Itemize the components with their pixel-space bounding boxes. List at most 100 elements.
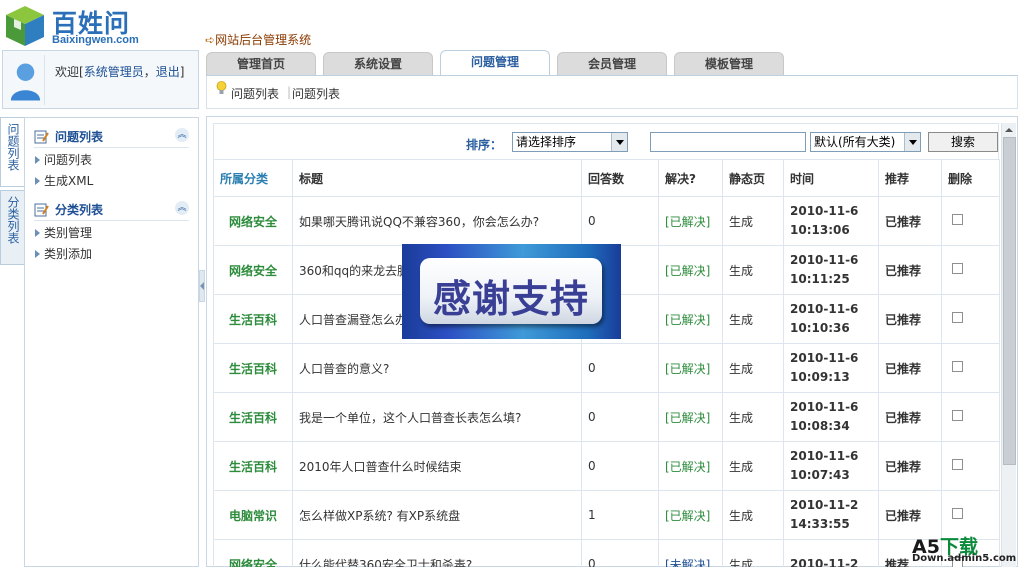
chevron-down-icon: [904, 133, 920, 151]
row-answers: 0: [581, 196, 659, 246]
logo-subtitle: Baixingwen.com: [52, 34, 139, 46]
collapse-icon[interactable]: ︽: [175, 201, 189, 215]
row-delete: [941, 343, 1000, 393]
row-status: [已解决]: [658, 392, 723, 442]
row-static-page[interactable]: 生成: [722, 441, 784, 491]
row-title[interactable]: 如果哪天腾讯说QQ不兼容360，你会怎么办?: [292, 196, 582, 246]
sidebar-section-categories[interactable]: 分类列表 ︽: [34, 200, 189, 218]
triangle-right-icon: [35, 229, 40, 237]
logout-link[interactable]: 退出: [156, 65, 180, 79]
tab-template-manage[interactable]: 模板管理: [674, 52, 784, 76]
row-time: 2010-11-6 10:09:13: [783, 343, 879, 393]
row-title[interactable]: 什么能代替360安全卫士和杀毒?: [292, 539, 582, 567]
category-select[interactable]: 默认(所有大类): [810, 132, 921, 152]
sidebar-item-generate-xml[interactable]: 生成XML: [35, 172, 93, 189]
delete-checkbox[interactable]: [952, 361, 963, 372]
row-time: 2010-11-6 10:11:25: [783, 245, 879, 295]
row-time: 2010-11-2: [783, 539, 879, 567]
delete-checkbox[interactable]: [952, 312, 963, 323]
table-row: 生活百科 2010年人口普查什么时候结束 0 [已解决] 生成 2010-11-…: [213, 441, 1000, 491]
admin-user-link[interactable]: 系统管理员: [84, 65, 144, 79]
row-category[interactable]: 生活百科: [213, 294, 293, 344]
row-recommend[interactable]: 已推荐: [878, 441, 942, 491]
row-category[interactable]: 网络安全: [213, 196, 293, 246]
row-status: [未解决]: [658, 539, 723, 567]
column-header-title: 标题: [292, 159, 582, 197]
row-static-page[interactable]: 生成: [722, 392, 784, 442]
row-category[interactable]: 网络安全: [213, 245, 293, 295]
row-recommend[interactable]: 已推荐: [878, 294, 942, 344]
row-delete: [941, 196, 1000, 246]
row-category[interactable]: 生活百科: [213, 392, 293, 442]
search-input[interactable]: [650, 132, 806, 152]
column-header-static: 静态页: [722, 159, 784, 197]
row-delete: [941, 294, 1000, 344]
row-static-page[interactable]: 生成: [722, 343, 784, 393]
row-title[interactable]: 怎么样做XP系统? 有XP系统盘: [292, 490, 582, 540]
row-time: 2010-11-6 10:13:06: [783, 196, 879, 246]
row-time: 2010-11-6 10:10:36: [783, 294, 879, 344]
row-recommend[interactable]: 已推荐: [878, 245, 942, 295]
row-delete: [941, 392, 1000, 442]
row-static-page[interactable]: 生成: [722, 196, 784, 246]
row-title[interactable]: 2010年人口普查什么时候结束: [292, 441, 582, 491]
sidebar-toggle-handle[interactable]: [199, 270, 205, 302]
sidebar-item-category-manage[interactable]: 类别管理: [35, 224, 92, 241]
breadcrumb-item-current: 问题列表: [292, 87, 341, 101]
row-static-page[interactable]: 生成: [722, 490, 784, 540]
table-row: 网络安全 什么能代替360安全卫士和杀毒? 0 [未解决] 生成 2010-11…: [213, 539, 1000, 567]
row-category[interactable]: 网络安全: [213, 539, 293, 567]
sidebar-item-question-list[interactable]: 问题列表: [35, 151, 92, 168]
row-recommend[interactable]: 已推荐: [878, 343, 942, 393]
row-static-page[interactable]: 生成: [722, 245, 784, 295]
vertical-scrollbar[interactable]: [1001, 123, 1016, 567]
welcome-text: 欢迎[系统管理员，退出]: [55, 65, 185, 79]
thanks-banner-overlay: 感谢支持: [402, 244, 621, 339]
collapse-icon[interactable]: ︽: [175, 128, 189, 142]
banner-text: 感谢支持: [432, 277, 589, 321]
column-header-recommend: 推荐: [878, 159, 942, 197]
row-recommend[interactable]: 已推荐: [878, 392, 942, 442]
row-title[interactable]: 人口普查的意义?: [292, 343, 582, 393]
lightbulb-icon: [216, 81, 227, 94]
vtab-question-list[interactable]: 问题列表: [0, 117, 25, 187]
row-time: 2010-11-6 10:07:43: [783, 441, 879, 491]
delete-checkbox[interactable]: [952, 263, 963, 274]
delete-checkbox[interactable]: [952, 459, 963, 470]
sidebar-item-category-add[interactable]: 类别添加: [35, 245, 92, 262]
row-category[interactable]: 生活百科: [213, 343, 293, 393]
arrow-icon: ➪: [205, 33, 216, 47]
breadcrumb: 问题列表 | 问题列表: [206, 76, 1018, 109]
tab-question-manage[interactable]: 问题管理: [440, 50, 550, 77]
sidebar-section-questions[interactable]: 问题列表 ︽: [34, 127, 189, 145]
tab-home[interactable]: 管理首页: [206, 52, 316, 76]
row-category[interactable]: 电脑常识: [213, 490, 293, 540]
delete-checkbox[interactable]: [952, 508, 963, 519]
banner-plate: 感谢支持: [420, 258, 602, 324]
column-header-solved: 解决?: [658, 159, 723, 197]
sidebar: 问题列表 ︽ 问题列表 生成XML 分类列表 ︽ 类别管理 类别添加: [24, 117, 199, 567]
main-panel: 排序： 请选择排序 默认(所有大类) 搜索 所属分类 标题 回答数 解决? 静态…: [206, 116, 1018, 567]
vtab-category-list[interactable]: 分类列表: [0, 190, 25, 265]
system-title: ➪网站后台管理系统: [205, 33, 312, 47]
row-category[interactable]: 生活百科: [213, 441, 293, 491]
breadcrumb-separator: |: [287, 85, 292, 99]
sort-select[interactable]: 请选择排序: [512, 132, 628, 152]
table-header-row: 所属分类 标题 回答数 解决? 静态页 时间 推荐 删除: [213, 159, 1000, 197]
row-recommend[interactable]: 已推荐: [878, 196, 942, 246]
row-title[interactable]: 我是一个单位，这个人口普查长表怎么填?: [292, 392, 582, 442]
row-status: [已解决]: [658, 441, 723, 491]
row-status: [已解决]: [658, 196, 723, 246]
delete-checkbox[interactable]: [952, 410, 963, 421]
scroll-thumb[interactable]: [1003, 137, 1016, 465]
table-row: 网络安全 如果哪天腾讯说QQ不兼容360，你会怎么办? 0 [已解决] 生成 2…: [213, 196, 1000, 246]
tab-member-manage[interactable]: 会员管理: [557, 52, 667, 76]
row-delete: [941, 245, 1000, 295]
scroll-up-icon[interactable]: [1002, 123, 1017, 137]
search-button[interactable]: 搜索: [928, 132, 998, 152]
row-static-page[interactable]: 生成: [722, 294, 784, 344]
delete-checkbox[interactable]: [952, 214, 963, 225]
breadcrumb-item[interactable]: 问题列表: [231, 85, 279, 102]
tab-settings[interactable]: 系统设置: [323, 52, 433, 76]
row-static-page[interactable]: 生成: [722, 539, 784, 567]
